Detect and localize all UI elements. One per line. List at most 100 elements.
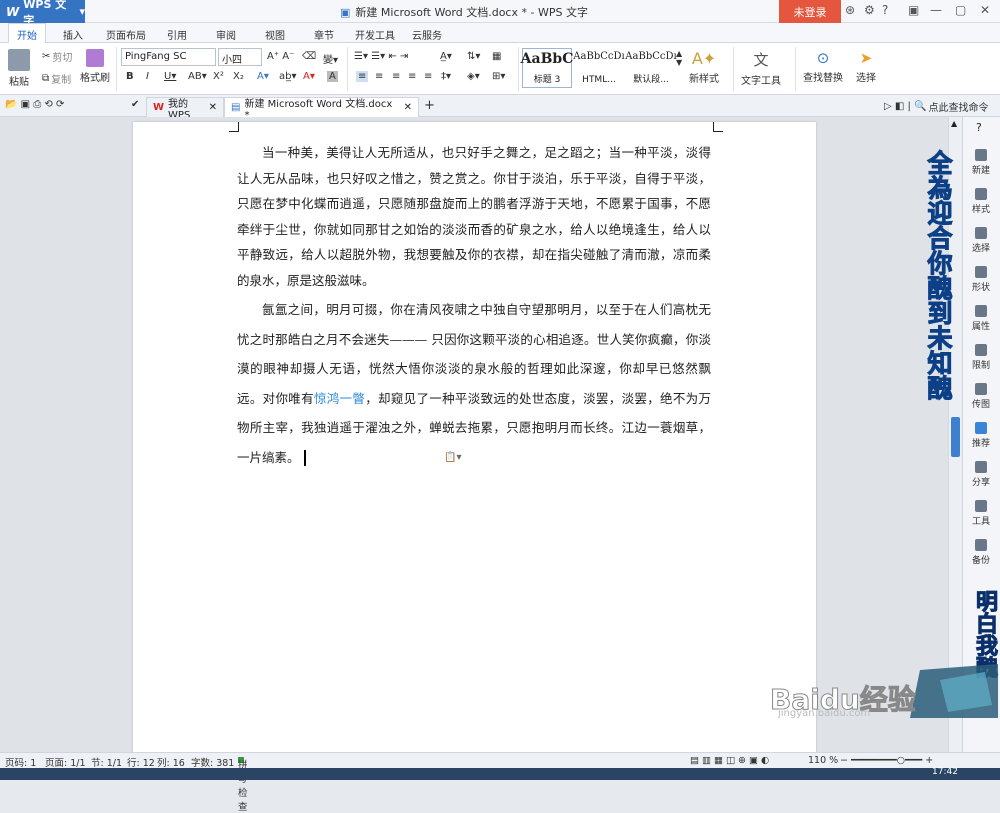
bullet-list-icon[interactable]: ☰▾ ☰▾ ⇤ ⇥ — [354, 51, 408, 62]
document-page[interactable]: 当一种美，美得让人无所适从，也只好手之舞之，足之蹈之；当一种平淡，淡得让人无从品… — [133, 122, 816, 762]
line-spacing-icon[interactable]: ‡▾ — [441, 71, 451, 82]
sidebar-item-upload[interactable]: 传图 — [963, 383, 999, 410]
close-icon[interactable]: ✕ — [980, 3, 990, 17]
tab-view[interactable]: 视图 — [265, 27, 285, 42]
margin-mark — [229, 122, 239, 132]
tab-page-layout[interactable]: 页面布局 — [106, 27, 146, 42]
scroll-up-icon[interactable]: ▲ — [951, 119, 957, 128]
sidebar-item-shape[interactable]: 形状 — [963, 266, 999, 293]
wps-app-menu-button[interactable]: W WPS 文字 ▾ — [0, 0, 85, 27]
phonetic-icon[interactable]: 變▾ — [323, 51, 338, 66]
search-command-label: 点此查找命令 — [928, 103, 989, 114]
align-left-icon[interactable]: ≡ — [356, 71, 369, 82]
doc-icon: ▤ — [231, 102, 241, 113]
tab-references[interactable]: 引用 — [167, 27, 187, 42]
backup-icon — [975, 539, 987, 551]
copy-button[interactable]: ⧉ 复制 — [42, 71, 71, 86]
strikethrough-icon[interactable]: AB▾ — [188, 71, 207, 82]
tab-chapter[interactable]: 章节 — [314, 27, 334, 42]
tab-review[interactable]: 审阅 — [216, 27, 236, 42]
grow-font-icon[interactable]: A⁺ A⁻ — [267, 51, 294, 62]
table-icon[interactable]: ▦ — [492, 51, 501, 62]
chevron-down-icon: ▾ — [79, 5, 85, 18]
clear-format-icon[interactable]: ⌫ — [302, 51, 316, 62]
select-button[interactable]: ➤ 选择 — [856, 49, 876, 84]
paste-button[interactable]: 粘贴 — [8, 49, 30, 88]
find-replace-button[interactable]: ⊙ 查找替换 — [803, 49, 843, 84]
sidebar-label: 属性 — [971, 322, 990, 332]
view-mode-icons[interactable]: ▤ ▥ ▦ ◫ ⊕ ▣ ◐ — [690, 755, 769, 766]
char-shading-icon[interactable]: A — [327, 71, 338, 82]
cut-label: 剪切 — [52, 53, 73, 64]
text-effect-icon[interactable]: A▾ — [257, 71, 269, 82]
tab-developer[interactable]: 开发工具 — [355, 27, 395, 42]
format-painter-button[interactable]: 格式刷 — [80, 49, 110, 84]
zoom-slider[interactable]: − ━━━━━━━━○━━━ + — [840, 755, 933, 766]
distributed-icon[interactable]: ≡ — [424, 71, 432, 82]
sidebar-label: 备份 — [971, 556, 990, 566]
text-direction-icon[interactable]: A̲▾ — [440, 51, 452, 62]
paste-options-icon[interactable]: 📋▾ — [444, 452, 461, 463]
subscript-icon[interactable]: X₂ — [233, 71, 244, 82]
baidu-url: jingyan.baidu.com — [778, 708, 871, 719]
italic-icon[interactable]: I — [146, 71, 149, 82]
font-name-select[interactable]: PingFang SC — [121, 48, 216, 66]
sidebar-label: 限制 — [971, 361, 990, 371]
sort-icon[interactable]: ⇅▾ — [467, 51, 480, 62]
pin-icon[interactable]: ✔ — [131, 99, 139, 110]
sidebar-item-style[interactable]: 样式 — [963, 188, 999, 215]
border-icon[interactable]: ⊞▾ — [492, 71, 505, 82]
style-icon — [975, 188, 987, 200]
style-default-para[interactable]: AaBbCcDı 默认段... — [625, 48, 677, 88]
underline-icon[interactable]: U▾ — [164, 71, 176, 82]
sidebar-item-new[interactable]: 新建 — [963, 149, 999, 176]
tab-my-wps[interactable]: W 我的WPS ✕ — [146, 97, 224, 121]
align-right-icon[interactable]: ≡ — [392, 71, 400, 82]
style-scroll-icon[interactable]: ▲ ▼ — [676, 49, 682, 67]
minimize-icon[interactable]: — — [930, 3, 942, 17]
style-heading3[interactable]: AaBbC 标题 3 — [521, 48, 573, 88]
bold-icon[interactable]: B — [126, 71, 134, 82]
sidebar-item-select[interactable]: 选择 — [963, 227, 999, 254]
tab-home[interactable]: 开始 — [8, 23, 46, 44]
highlight-icon[interactable]: ab̲▾ — [279, 71, 297, 82]
login-button[interactable]: 未登录 — [779, 0, 841, 23]
scroll-thumb[interactable] — [951, 417, 960, 457]
style-html[interactable]: AaBbCcDı HTML... — [573, 48, 624, 88]
close-tab-icon[interactable]: ✕ — [404, 102, 412, 113]
justify-icon[interactable]: ≡ — [408, 71, 416, 82]
align-center-icon[interactable]: ≡ — [375, 71, 383, 82]
superscript-icon[interactable]: X² — [213, 71, 224, 82]
sidebar-item-share[interactable]: 分享 — [963, 461, 999, 488]
tab-document[interactable]: ▤ 新建 Microsoft Word 文档.docx * ✕ — [224, 97, 419, 121]
font-color-icon[interactable]: A▾ — [303, 71, 315, 82]
sidebar-item-recommend[interactable]: 推荐 — [963, 422, 999, 449]
font-size-select[interactable]: 小四 — [218, 48, 262, 66]
sidebar-item-tools[interactable]: 工具 — [963, 500, 999, 527]
settings-icon[interactable]: ⚙ — [864, 3, 875, 17]
paragraph-2[interactable]: 氤氲之间，明月可掇，你在清风夜啸之中独自守望那明月，以至于在人们高枕无忧之时那皓… — [237, 295, 711, 472]
maximize-icon[interactable]: ▢ — [955, 3, 966, 17]
paragraph-1[interactable]: 当一种美，美得让人无所适从，也只好手之舞之，足之蹈之；当一种平淡，淡得让人无从品… — [237, 140, 711, 293]
zoom-level[interactable]: 110 % — [808, 755, 838, 766]
sidebar-item-backup[interactable]: 备份 — [963, 539, 999, 566]
tab-insert[interactable]: 插入 — [63, 27, 83, 42]
style-preview: AaBbCcDı — [625, 51, 677, 62]
sidebar-item-properties[interactable]: 属性 — [963, 305, 999, 332]
search-command[interactable]: ▷ ◧ | 🔍 点此查找命令 — [884, 99, 989, 114]
help-icon[interactable]: ? — [976, 121, 982, 134]
quick-access-icons[interactable]: 📂 ▣ ⎙ ⟲ ⟳ — [5, 99, 64, 110]
close-tab-icon[interactable]: ✕ — [209, 102, 217, 113]
restore-ribbon-icon[interactable]: ▣ — [908, 3, 919, 17]
cut-button[interactable]: ✂ 剪切 — [42, 49, 72, 64]
new-tab-icon[interactable]: + — [424, 98, 435, 113]
sidebar-item-restrict[interactable]: 限制 — [963, 344, 999, 371]
text-tool-button[interactable]: 文 文字工具 — [741, 49, 781, 87]
clock: 17:42 — [932, 767, 958, 777]
skin-icon[interactable]: ⊛ — [845, 3, 855, 17]
new-style-button[interactable]: A✦ 新样式 — [689, 49, 719, 85]
tab-cloud[interactable]: 云服务 — [412, 27, 442, 42]
shading-icon[interactable]: ◈▾ — [467, 71, 480, 82]
help-icon[interactable]: ? — [882, 3, 888, 17]
status-words[interactable]: 字数: 381 — [191, 755, 234, 769]
